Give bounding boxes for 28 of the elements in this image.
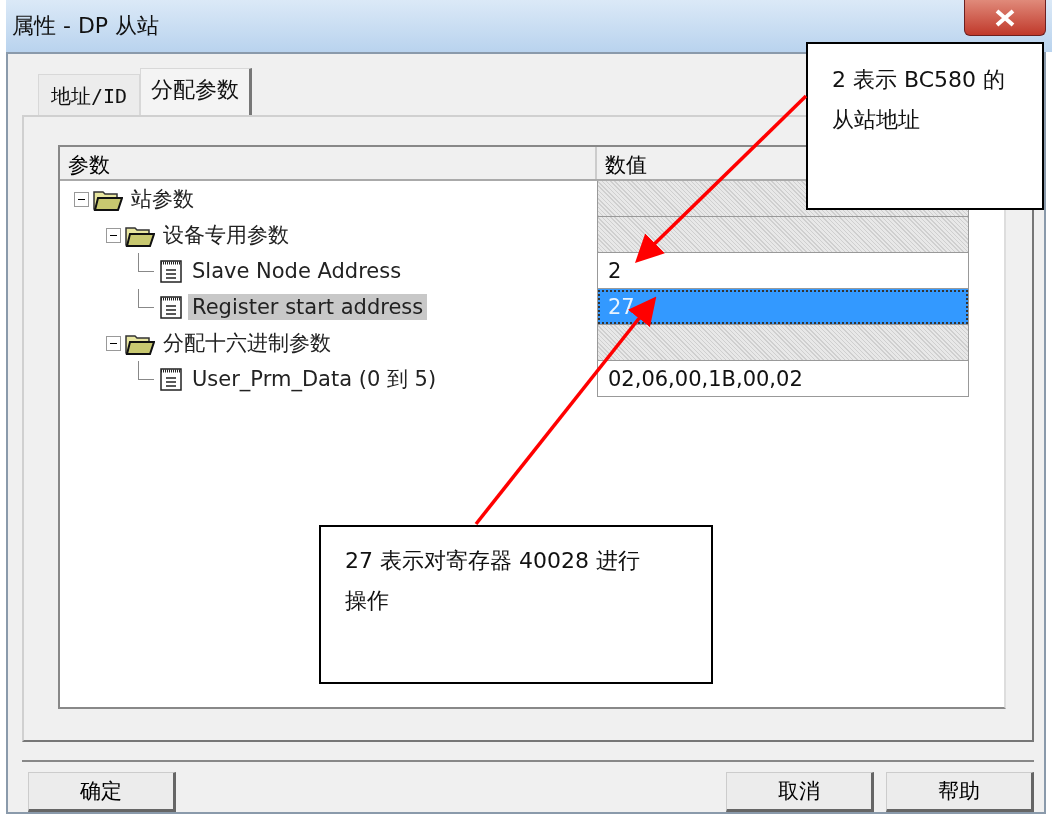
close-icon [994,8,1016,27]
close-button[interactable] [964,0,1046,36]
tree-line [138,360,154,380]
column-header[interactable]: 参数 [60,147,597,179]
window-title: 属性 - DP 从站 [11,12,160,40]
tree-line [138,252,154,272]
tree-item[interactable]: 站参数 [127,184,198,214]
tree-line [138,288,154,308]
cancel-button[interactable]: 取消 [726,772,874,812]
tab[interactable]: 分配参数 [140,68,253,117]
tab[interactable]: 地址/ID [38,74,141,117]
tree-item[interactable]: Register start address [188,294,428,320]
callout-box: 2 表示 BC580 的从站地址 [806,42,1044,210]
document-icon [158,294,184,320]
collapse-icon[interactable] [106,335,121,351]
document-icon [158,258,184,284]
document-icon [158,366,184,392]
collapse-icon[interactable] [74,191,89,207]
column-header[interactable]: 数值 [605,151,647,179]
ok-button[interactable]: 确定 [28,772,176,812]
collapse-icon[interactable] [106,227,121,243]
tree-item[interactable]: 分配十六进制参数 [159,328,335,358]
value-cell[interactable]: 02,06,00,1B,00,02 [597,361,969,397]
callout-box: 27 表示对寄存器 40028 进行操作 [319,525,713,684]
tree-item[interactable]: 设备专用参数 [159,220,293,250]
tree-item[interactable]: Slave Node Address [188,258,406,284]
help-button[interactable]: 帮助 [886,772,1034,812]
tree-item[interactable]: User_Prm_Data (0 到 5) [188,364,441,394]
